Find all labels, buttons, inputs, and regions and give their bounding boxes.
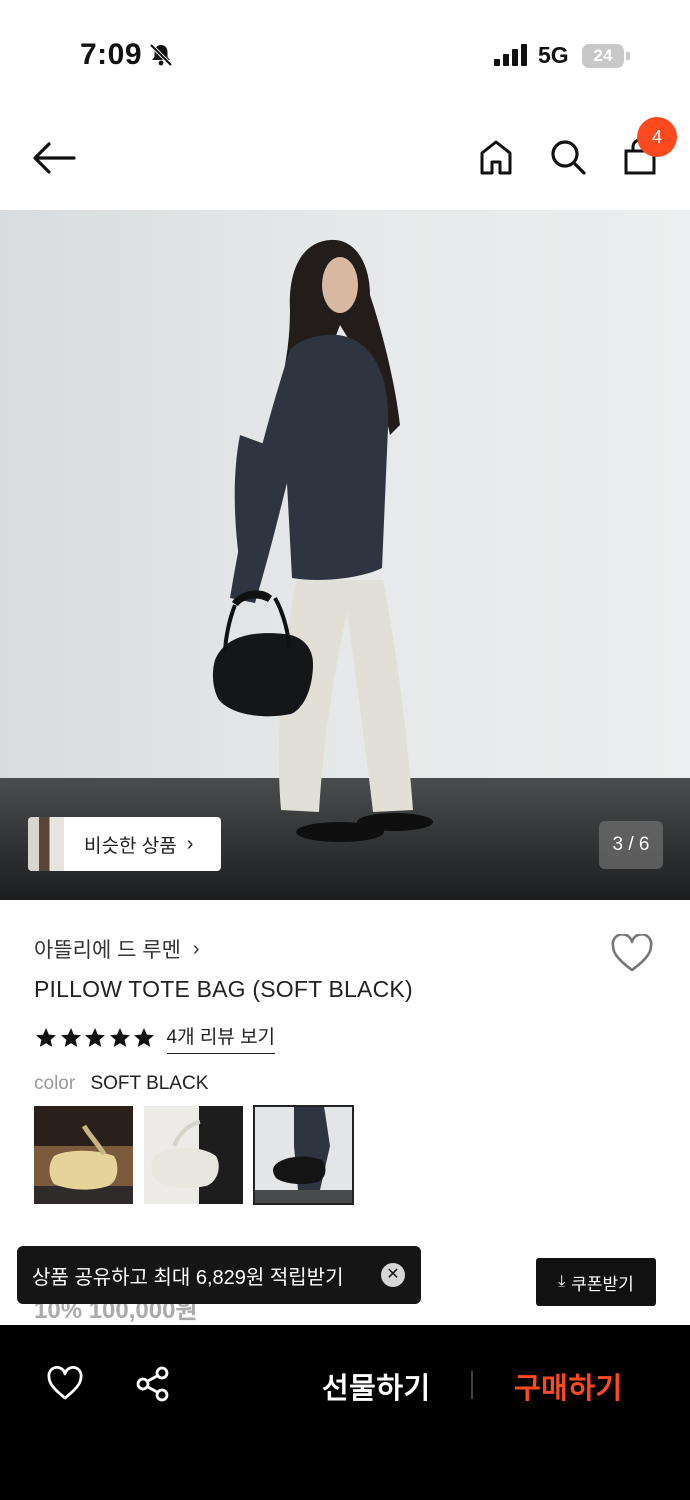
- color-key: color: [34, 1073, 76, 1094]
- search-icon: [551, 140, 586, 175]
- home-icon: [480, 140, 512, 175]
- status-time: 7:09: [80, 38, 143, 71]
- swatch-butter[interactable]: [34, 1106, 133, 1204]
- toast-text: 상품 공유하고 최대 6,829원 적립받기: [32, 1266, 344, 1289]
- bell-slash-icon: [149, 43, 173, 67]
- brand-link[interactable]: 아뜰리에 드 루멘 ›: [34, 934, 200, 964]
- selected-color: SOFT BLACK: [90, 1073, 209, 1094]
- reviews-link[interactable]: 4개 리뷰 보기: [166, 1022, 276, 1054]
- star-icon: [60, 1028, 81, 1047]
- wishlist-heart-icon[interactable]: [610, 934, 654, 974]
- cart-count-badge: 4: [637, 117, 677, 157]
- color-option-row: color SOFT BLACK: [34, 1073, 208, 1095]
- download-icon: ⤓: [558, 1273, 566, 1290]
- star-icon: [36, 1028, 56, 1047]
- star-icon: [109, 1028, 130, 1047]
- buy-button[interactable]: 구매하기: [514, 1365, 623, 1407]
- star-rating: [34, 1026, 157, 1050]
- battery-icon: 24: [582, 44, 630, 68]
- similar-products-button[interactable]: 비슷한 상품 ›: [28, 817, 221, 871]
- back-arrow-icon: [33, 142, 76, 174]
- chevron-right-icon: ›: [186, 832, 194, 855]
- close-icon[interactable]: ✕: [381, 1263, 405, 1287]
- brand-name: 아뜰리에 드 루멘: [34, 939, 181, 962]
- swatch-ivory[interactable]: [144, 1106, 243, 1204]
- similar-products-thumbnail: [28, 817, 64, 871]
- color-swatches: [34, 1105, 364, 1205]
- bottom-action-bar: 선물하기 구매하기: [0, 1325, 690, 1500]
- coupon-button[interactable]: ⤓ 쿠폰받기: [536, 1258, 656, 1306]
- share-reward-toast[interactable]: 상품 공유하고 최대 6,829원 적립받기 ✕: [17, 1246, 421, 1304]
- product-photo: [0, 210, 690, 900]
- coupon-label: 쿠폰받기: [571, 1274, 634, 1294]
- star-icon: [134, 1028, 154, 1047]
- product-image-gallery[interactable]: 비슷한 상품 › 3 / 6: [0, 210, 690, 900]
- star-icon: [85, 1028, 105, 1047]
- bottom-divider: [471, 1371, 473, 1399]
- status-bar: 7:09 5G 24: [0, 0, 690, 100]
- battery-level: 24: [582, 44, 624, 68]
- top-navigation: [0, 100, 690, 210]
- heart-icon[interactable]: [46, 1365, 84, 1403]
- search-button[interactable]: [548, 136, 588, 178]
- home-button[interactable]: [476, 136, 516, 178]
- rating-row: 4개 리뷰 보기: [34, 1022, 276, 1054]
- back-button[interactable]: [30, 138, 78, 178]
- gift-button[interactable]: 선물하기: [322, 1365, 431, 1407]
- network-type: 5G: [538, 42, 569, 68]
- swatch-soft-black[interactable]: [253, 1105, 354, 1205]
- similar-products-label: 비슷한 상품: [84, 835, 177, 857]
- product-name: PILLOW TOTE BAG (SOFT BLACK): [34, 976, 413, 1002]
- chevron-right-icon: ›: [192, 937, 200, 960]
- share-icon[interactable]: [134, 1365, 172, 1403]
- signal-icon: [494, 44, 527, 66]
- image-pager: 3 / 6: [599, 821, 663, 869]
